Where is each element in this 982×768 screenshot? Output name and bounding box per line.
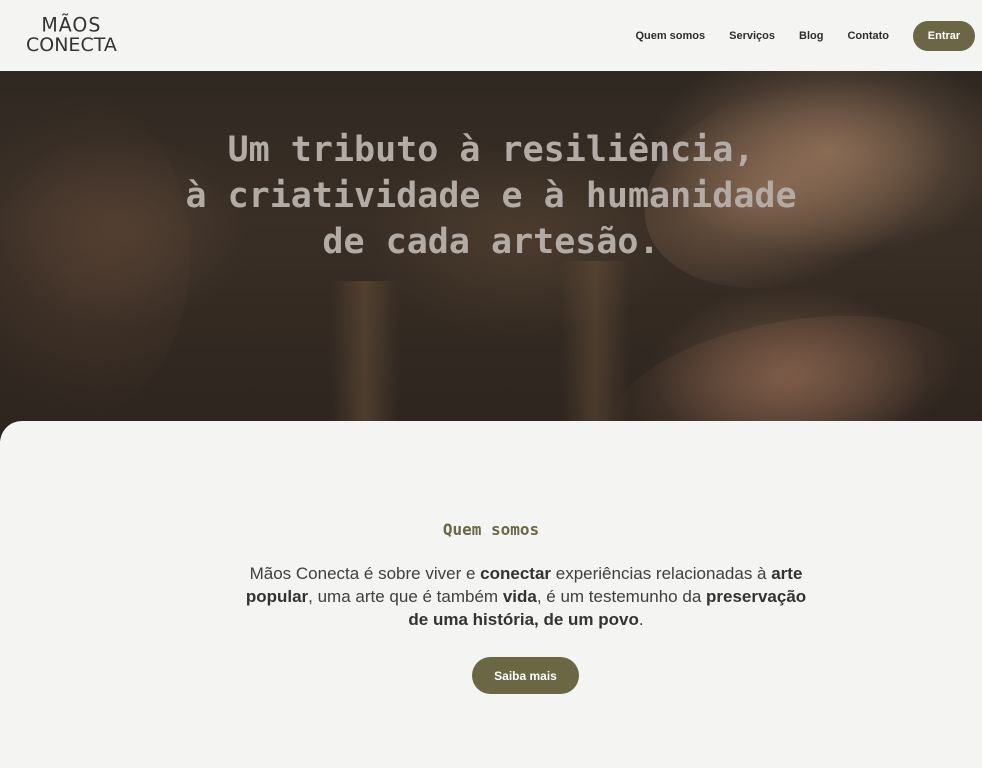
about-title: Quem somos [442, 520, 540, 539]
hero-title-line-1: Um tributo à resiliência, [227, 130, 755, 170]
hero-wood-piece-left [330, 281, 400, 441]
hero-title-line-2: à criatividade e à humanidade [185, 176, 797, 216]
logo-bottom-text: CONECTA [26, 34, 117, 56]
about-section: Quem somos Mãos Conecta é sobre viver e … [0, 421, 982, 768]
enter-button[interactable]: Entrar [913, 20, 975, 51]
logo-top-text: MÃOS [41, 13, 102, 37]
nav-link-servicos[interactable]: Serviços [729, 30, 775, 42]
main-nav: Quem somos Serviços Blog Contato Entrar [635, 20, 975, 51]
about-text-part-1: Mãos Conecta é sobre viver e [249, 564, 481, 583]
about-text-part-5: . [638, 610, 644, 629]
nav-link-quem-somos[interactable]: Quem somos [635, 30, 705, 42]
hero-hand-shape-bottom [599, 290, 981, 441]
hero-title: Um tributo à resiliência, à criatividade… [0, 127, 982, 265]
about-text-bold-1: conectar [480, 564, 552, 583]
about-text: Mãos Conecta é sobre viver e conectar ex… [241, 562, 811, 631]
site-header: MÃOS CONECTA Quem somos Serviços Blog Co… [0, 0, 982, 71]
about-text-part-4: , é um testemunho da [536, 587, 706, 606]
about-text-bold-3: vida [502, 587, 537, 606]
about-text-part-3: , uma arte que é também [308, 587, 503, 606]
about-text-part-2: experiências relacionadas à [551, 564, 772, 583]
logo[interactable]: MÃOS CONECTA [26, 13, 117, 56]
hero-title-line-3: de cada artesão. [322, 222, 660, 262]
learn-more-button[interactable]: Saiba mais [472, 657, 579, 694]
hero-banner: Um tributo à resiliência, à criatividade… [0, 71, 982, 441]
hero-wood-piece-right [560, 261, 630, 441]
nav-link-contato[interactable]: Contato [847, 30, 889, 42]
nav-link-blog[interactable]: Blog [799, 30, 823, 42]
